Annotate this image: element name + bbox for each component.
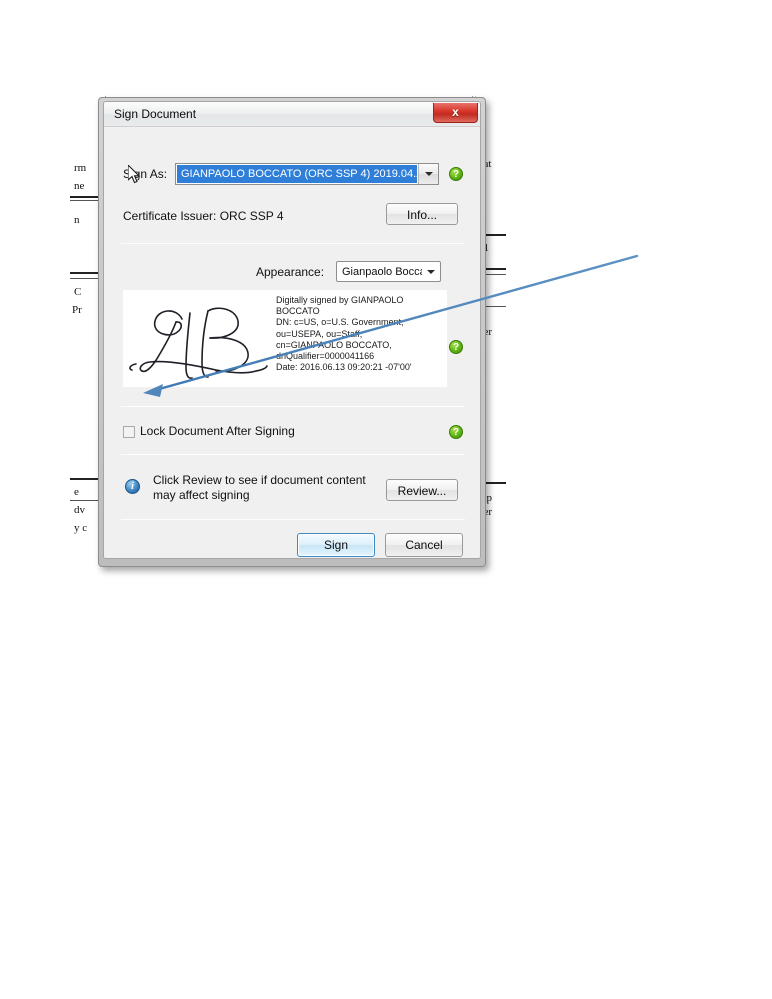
appearance-label: Appearance: xyxy=(256,265,325,279)
review-notice-line2: may affect signing xyxy=(153,488,250,502)
help-icon-lock-document[interactable]: ? xyxy=(449,425,463,439)
bg-text-fragment: e xyxy=(74,486,79,498)
cancel-button[interactable]: Cancel xyxy=(385,533,463,557)
signature-image xyxy=(124,291,272,388)
divider xyxy=(121,519,465,520)
divider xyxy=(121,406,465,407)
info-button[interactable]: Info... xyxy=(386,203,458,225)
lock-document-row: Lock Document After Signing ? xyxy=(104,423,480,443)
help-icon-appearance[interactable]: ? xyxy=(449,340,463,354)
divider xyxy=(121,454,465,455)
signature-preview-panel: Digitally signed by GIANPAOLO BOCCATO DN… xyxy=(123,290,447,387)
sign-as-row: Sign As: GIANPAOLO BOCCATO (ORC SSP 4) 2… xyxy=(104,163,480,187)
bg-text-fragment: Pr xyxy=(72,304,82,316)
divider xyxy=(121,243,465,244)
appearance-combobox[interactable]: Gianpaolo Boccat xyxy=(336,261,441,282)
review-button[interactable]: Review... xyxy=(386,479,458,501)
bg-text-fragment: ne xyxy=(74,180,85,192)
screenshot-canvas: rm ne n C Pr e dv y c 01 oer nip ner hat… xyxy=(0,0,772,999)
signature-details-text: Digitally signed by GIANPAOLO BOCCATO DN… xyxy=(272,291,446,386)
review-notice-line1: Click Review to see if document content xyxy=(153,473,366,487)
appearance-value: Gianpaolo Boccat xyxy=(342,265,422,278)
bg-text-fragment: dv xyxy=(74,504,85,516)
bg-text-fragment: C xyxy=(74,286,82,298)
certificate-issuer-row: Certificate Issuer: ORC SSP 4 Info... xyxy=(104,203,480,229)
sign-as-label: Sign As: xyxy=(123,167,168,181)
handwritten-signature-icon xyxy=(129,307,268,379)
sign-button[interactable]: Sign xyxy=(297,533,375,557)
chevron-down-icon[interactable] xyxy=(422,269,440,274)
certificate-issuer-label: Certificate Issuer: ORC SSP 4 xyxy=(123,209,284,223)
help-icon-sign-as[interactable]: ? xyxy=(449,167,463,181)
dialog-title: Sign Document xyxy=(114,107,197,121)
sign-as-value: GIANPAOLO BOCCATO (ORC SSP 4) 2019.04.20 xyxy=(177,165,417,183)
sign-as-combobox[interactable]: GIANPAOLO BOCCATO (ORC SSP 4) 2019.04.20 xyxy=(175,163,439,185)
signature-detail-line: Date: 2016.06.13 09:20:21 -07'00' xyxy=(276,362,412,373)
appearance-row: Appearance: Gianpaolo Boccat xyxy=(104,261,480,285)
info-icon: i xyxy=(125,479,140,494)
chevron-down-icon[interactable] xyxy=(418,164,438,184)
signature-detail-line: ou=USEPA, ou=Staff, xyxy=(276,328,363,339)
lock-document-checkbox[interactable] xyxy=(123,426,135,438)
bg-text-fragment: n xyxy=(74,214,80,226)
bg-text-fragment: rm xyxy=(74,162,87,174)
signature-detail-line: Digitally signed by GIANPAOLO xyxy=(276,295,404,305)
bg-text-fragment: y c xyxy=(74,522,88,534)
signature-detail-line: dnQualifier=0000041166 xyxy=(276,351,375,362)
lock-document-label: Lock Document After Signing xyxy=(140,424,295,438)
signature-detail-line: BOCCATO xyxy=(276,306,320,317)
close-icon[interactable]: x xyxy=(433,103,478,123)
dialog-body: Sign As: GIANPAOLO BOCCATO (ORC SSP 4) 2… xyxy=(104,127,480,558)
review-notice-row: i Click Review to see if document conten… xyxy=(104,471,480,511)
signature-detail-line: cn=GIANPAOLO BOCCATO, xyxy=(276,339,392,350)
dialog-titlebar[interactable]: Sign Document x xyxy=(104,102,480,127)
dialog-footer: Sign Cancel xyxy=(104,533,480,558)
review-notice-text: Click Review to see if document content … xyxy=(153,473,373,503)
sign-document-dialog: Sign Document x Sign As: GIANPAOLO BOCCA… xyxy=(103,101,481,559)
signature-detail-line: DN: c=US, o=U.S. Government, xyxy=(276,317,404,328)
